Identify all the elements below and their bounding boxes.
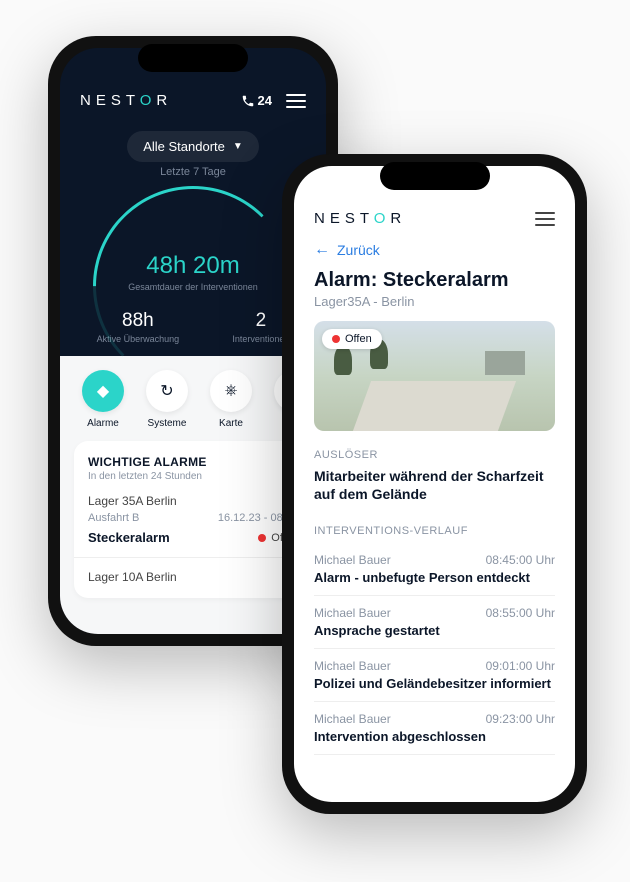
log-text: Polizei und Geländebesitzer informiert bbox=[314, 676, 555, 691]
important-alarms-card: WICHTIGE ALARME In den letzten 24 Stunde… bbox=[74, 441, 312, 598]
filter-label: Alle Standorte bbox=[143, 139, 225, 154]
trigger-label: AUSLÖSER bbox=[314, 449, 555, 461]
alarm-item[interactable]: Lager 10A Berlin bbox=[88, 570, 298, 584]
chip-alarme[interactable]: ◆ Alarme bbox=[76, 370, 130, 429]
camera-image[interactable]: Offen bbox=[314, 321, 555, 431]
call-number: 24 bbox=[258, 93, 272, 108]
log-text: Alarm - unbefugte Person entdeckt bbox=[314, 570, 555, 585]
location-label: Lager35A - Berlin bbox=[314, 294, 555, 309]
alarm-type: Steckeralarm bbox=[88, 530, 170, 545]
status-text: Offen bbox=[345, 333, 372, 345]
alarm-site: Lager 10A Berlin bbox=[88, 570, 298, 584]
alert-icon: ◆ bbox=[82, 370, 124, 412]
phone-icon bbox=[241, 94, 255, 108]
log-item[interactable]: Michael Bauer 09:01:00 Uhr Polizei und G… bbox=[314, 649, 555, 702]
log-text: Intervention abgeschlossen bbox=[314, 729, 555, 744]
phone-right: NESTOR ← Zurück Alarm: Steckeralarm Lage… bbox=[282, 154, 587, 814]
log-label: INTERVENTIONS-VERLAUF bbox=[314, 525, 555, 537]
log-time: 09:23:00 Uhr bbox=[486, 712, 555, 726]
log-user: Michael Bauer bbox=[314, 606, 391, 620]
log-time: 08:45:00 Uhr bbox=[486, 553, 555, 567]
log-time: 08:55:00 Uhr bbox=[486, 606, 555, 620]
brand-logo: NESTOR bbox=[80, 92, 172, 109]
page-title: Alarm: Steckeralarm bbox=[314, 269, 555, 292]
log-user: Michael Bauer bbox=[314, 712, 391, 726]
call-button[interactable]: 24 bbox=[241, 93, 272, 108]
status-dot-icon bbox=[332, 335, 340, 343]
notch bbox=[138, 44, 248, 72]
log-item[interactable]: Michael Bauer 09:23:00 Uhr Intervention … bbox=[314, 702, 555, 755]
menu-button[interactable] bbox=[286, 94, 306, 108]
gauge-label: Gesamtdauer der Interventionen bbox=[128, 282, 258, 292]
trigger-text: Mitarbeiter während der Scharfzeit auf d… bbox=[314, 467, 555, 503]
chip-label: Karte bbox=[219, 418, 243, 429]
refresh-icon: ↻ bbox=[146, 370, 188, 412]
chevron-down-icon: ▼ bbox=[233, 141, 243, 152]
back-label: Zurück bbox=[337, 242, 380, 258]
pin-icon: ⎈ bbox=[210, 370, 252, 412]
log-time: 09:01:00 Uhr bbox=[486, 659, 555, 673]
back-button[interactable]: ← Zurück bbox=[294, 235, 575, 265]
log-user: Michael Bauer bbox=[314, 553, 391, 567]
status-badge: Offen bbox=[322, 329, 382, 349]
stat-label: Interventionen bbox=[232, 334, 289, 344]
alarm-detail-screen: NESTOR ← Zurück Alarm: Steckeralarm Lage… bbox=[294, 166, 575, 802]
arrow-left-icon: ← bbox=[314, 241, 330, 259]
alarm-item[interactable]: Lager 35A Berlin Ausfahrt B 16.12.23 - 0… bbox=[88, 494, 298, 545]
location-filter[interactable]: Alle Standorte ▼ bbox=[127, 131, 259, 162]
gauge: 48h 20m Gesamtdauer der Interventionen bbox=[93, 186, 293, 296]
gauge-value: 48h 20m bbox=[146, 252, 239, 280]
log-text: Ansprache gestartet bbox=[314, 623, 555, 638]
log-item[interactable]: Michael Bauer 08:55:00 Uhr Ansprache ges… bbox=[314, 596, 555, 649]
status-dot-icon bbox=[258, 534, 266, 542]
card-subtitle: In den letzten 24 Stunden bbox=[88, 471, 298, 482]
notch bbox=[380, 162, 490, 190]
card-title: WICHTIGE ALARME bbox=[88, 455, 298, 469]
chip-systeme[interactable]: ↻ Systeme bbox=[140, 370, 194, 429]
brand-logo: NESTOR bbox=[314, 210, 406, 227]
stat-interventions: 2 Interventionen bbox=[232, 310, 289, 344]
alarm-sublocation: Ausfahrt B bbox=[88, 512, 139, 524]
log-item[interactable]: Michael Bauer 08:45:00 Uhr Alarm - unbef… bbox=[314, 543, 555, 596]
log-user: Michael Bauer bbox=[314, 659, 391, 673]
alarm-site: Lager 35A Berlin bbox=[88, 494, 298, 508]
chip-label: Alarme bbox=[87, 418, 119, 429]
stat-value: 2 bbox=[232, 310, 289, 332]
period-label: Letzte 7 Tage bbox=[60, 166, 326, 178]
menu-button[interactable] bbox=[535, 212, 555, 226]
chip-karte[interactable]: ⎈ Karte bbox=[204, 370, 258, 429]
chip-label: Systeme bbox=[148, 418, 187, 429]
